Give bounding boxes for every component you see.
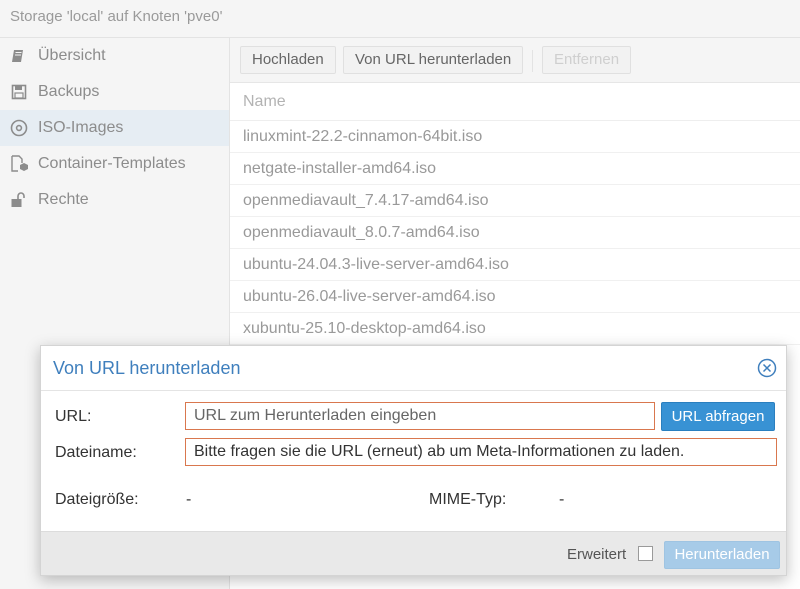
close-icon[interactable] (757, 358, 777, 378)
download-url-dialog: Von URL herunterladen URL: URL abfragen … (40, 345, 787, 576)
filename-label: Dateiname: (55, 444, 137, 461)
url-label: URL: (55, 408, 92, 425)
mime-type-value: - (559, 491, 565, 508)
sidebar-item-container-templates[interactable]: Container-Templates (0, 146, 229, 182)
sidebar-item-label: Container-Templates (38, 155, 186, 172)
column-header-name[interactable]: Name (230, 83, 800, 121)
table-row[interactable]: netgate-installer-amd64.iso (230, 153, 800, 185)
advanced-label: Erweitert (567, 546, 627, 563)
window-title: Storage 'local' auf Knoten 'pve0' (10, 8, 223, 25)
table-row[interactable]: ubuntu-26.04-live-server-amd64.iso (230, 281, 800, 313)
book-icon (10, 47, 28, 65)
table-row[interactable]: xubuntu-25.10-desktop-amd64.iso (230, 313, 800, 345)
sidebar-item-iso-images[interactable]: ISO-Images (0, 110, 229, 146)
file-cube-icon (10, 155, 28, 173)
sidebar-item-backups[interactable]: Backups (0, 74, 229, 110)
download-from-url-button[interactable]: Von URL herunterladen (343, 46, 524, 74)
table-row[interactable]: linuxmint-22.2-cinnamon-64bit.iso (230, 121, 800, 153)
table-row[interactable]: openmediavault_8.0.7-amd64.iso (230, 217, 800, 249)
dialog-title: Von URL herunterladen (53, 358, 241, 378)
filesize-value: - (186, 491, 192, 508)
toolbar-separator (532, 50, 533, 72)
filesize-label: Dateigröße: (55, 491, 139, 508)
sidebar-item-uebersicht[interactable]: Übersicht (0, 38, 229, 74)
disc-icon (10, 119, 28, 137)
filename-input[interactable] (185, 438, 777, 466)
iso-list: linuxmint-22.2-cinnamon-64bit.iso netgat… (230, 121, 800, 345)
window-titlebar: Storage 'local' auf Knoten 'pve0' (0, 0, 800, 38)
url-input[interactable] (185, 402, 655, 430)
advanced-checkbox[interactable] (638, 546, 653, 561)
remove-button[interactable]: Entfernen (542, 46, 632, 74)
download-button[interactable]: Herunterladen (664, 541, 780, 569)
query-url-button[interactable]: URL abfragen (661, 402, 775, 431)
sidebar-item-label: Übersicht (38, 47, 106, 64)
upload-button[interactable]: Hochladen (240, 46, 336, 74)
floppy-disk-icon (10, 83, 28, 101)
unlock-icon (10, 191, 28, 209)
table-row[interactable]: openmediavault_7.4.17-amd64.iso (230, 185, 800, 217)
dialog-footer: Erweitert Herunterladen (41, 531, 786, 575)
dialog-header: Von URL herunterladen (41, 346, 786, 391)
sidebar-item-rechte[interactable]: Rechte (0, 182, 229, 218)
sidebar-item-label: Rechte (38, 191, 89, 208)
sidebar-item-label: ISO-Images (38, 119, 124, 136)
toolbar: Hochladen Von URL herunterladen Entferne… (230, 38, 800, 83)
mime-type-label: MIME-Typ: (429, 491, 507, 508)
table-row[interactable]: ubuntu-24.04.3-live-server-amd64.iso (230, 249, 800, 281)
sidebar-item-label: Backups (38, 83, 100, 100)
